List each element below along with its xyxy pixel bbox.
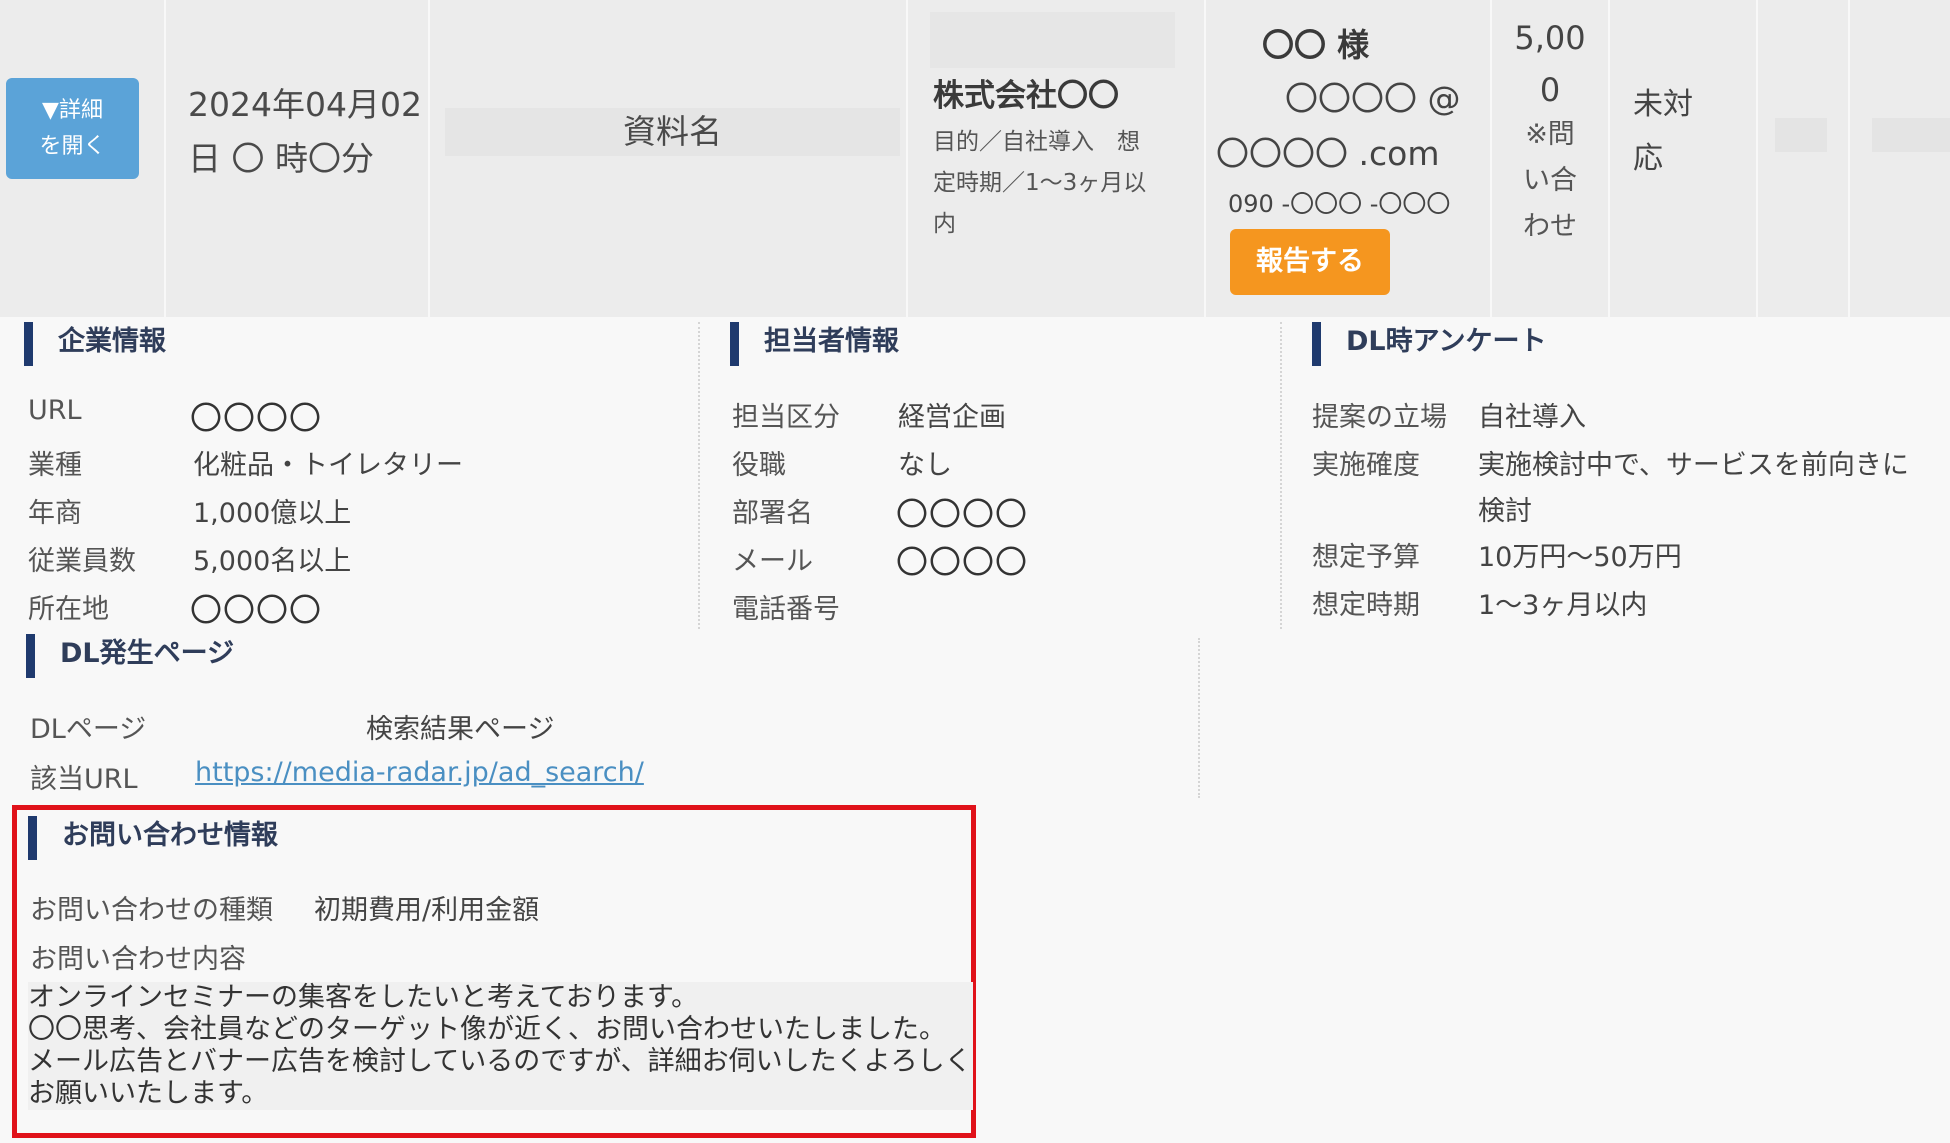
company-employees-value: 5,000名以上 — [193, 546, 352, 577]
person-email-line-1: 〇〇〇〇 @ — [1285, 79, 1461, 118]
amount-line-2: 0 — [1539, 71, 1561, 109]
open-detail-button[interactable]: ▼詳細 を開く — [6, 78, 139, 179]
survey-timing-label: 想定時期 — [1312, 590, 1420, 621]
company-revenue-label: 年商 — [28, 498, 82, 529]
document-name: 資料名 — [445, 108, 900, 156]
section-title-company: 企業情報 — [24, 322, 166, 366]
contact-category-value: 経営企画 — [898, 402, 1006, 433]
divider — [1198, 638, 1200, 798]
status-line-2: 応 — [1633, 141, 1663, 176]
contact-email-label: メール — [732, 546, 813, 577]
inquiry-content-body: オンラインセミナーの集客をしたいと考えております。 〇〇思考、会社員などのターゲ… — [28, 982, 973, 1110]
date-line-1: 2024年04月02 — [188, 85, 422, 124]
person-email-line-2: 〇〇〇〇 .com — [1216, 134, 1440, 173]
inquiry-type-label: お問い合わせの種類 — [30, 895, 273, 926]
person-name: 〇〇 様 — [1262, 26, 1370, 64]
company-placeholder-bar — [930, 12, 1175, 68]
inquiry-content-label: お問い合わせ内容 — [30, 944, 246, 975]
amount-note-1: ※問 — [1525, 119, 1575, 150]
cell-extra-2 — [1850, 0, 1950, 317]
section-title-inquiry: お問い合わせ情報 — [28, 816, 278, 860]
company-employees-label: 従業員数 — [28, 546, 136, 577]
survey-certainty-label: 実施確度 — [1312, 450, 1420, 481]
open-detail-label-2: を開く — [39, 133, 106, 159]
contact-department-value: 〇〇〇〇 — [896, 495, 1029, 533]
company-industry-value: 化粧品・トイレタリー — [193, 450, 463, 481]
company-url-label: URL — [28, 395, 82, 426]
divider — [698, 322, 700, 629]
open-detail-label-1: ▼詳細 — [42, 97, 103, 123]
status: 未対 応 — [1633, 78, 1723, 186]
section-title-dl-page: DL発生ページ — [26, 634, 234, 678]
dl-url-label: 該当URL — [30, 764, 138, 795]
cell-document — [430, 0, 908, 317]
contact-email-value: 〇〇〇〇 — [896, 543, 1029, 581]
contact-position-value: なし — [898, 450, 952, 481]
survey-stance-label: 提案の立場 — [1312, 402, 1447, 433]
company-address-label: 所在地 — [28, 594, 109, 625]
purpose-text: 目的／自社導入 想 定時期／1〜3ヶ月以 内 — [933, 122, 1173, 245]
purpose-line-2: 定時期／1〜3ヶ月以 — [933, 170, 1147, 196]
placeholder-block — [1775, 118, 1827, 152]
dl-page-label: DLページ — [30, 714, 147, 745]
survey-stance-value: 自社導入 — [1478, 402, 1586, 433]
received-date: 2024年04月02 日 〇 時〇分 — [188, 78, 428, 186]
status-line-1: 未対 — [1633, 87, 1693, 122]
purpose-line-1: 目的／自社導入 想 — [933, 129, 1140, 155]
amount-note-3: わせ — [1523, 211, 1577, 242]
survey-budget-value: 10万円〜50万円 — [1478, 542, 1682, 573]
survey-certainty-value: 実施検討中で、サービスを前向きに — [1478, 450, 1909, 481]
survey-certainty-value-cont: 検討 — [1478, 496, 1532, 527]
cell-extra-1 — [1758, 0, 1850, 317]
person-tel: 090 -〇〇〇 -〇〇〇 — [1228, 190, 1451, 218]
contact-category-label: 担当区分 — [732, 402, 840, 433]
survey-budget-label: 想定予算 — [1312, 542, 1420, 573]
contact-position-label: 役職 — [732, 450, 786, 481]
report-button[interactable]: 報告する — [1230, 229, 1390, 295]
divider — [1280, 322, 1282, 629]
dl-url-link[interactable]: https://media-radar.jp/ad_search/ — [195, 757, 644, 788]
placeholder-block — [1872, 118, 1950, 152]
company-industry-label: 業種 — [28, 450, 82, 481]
company-address-value: 〇〇〇〇 — [190, 591, 323, 629]
amount-note-2: い合 — [1523, 165, 1577, 196]
section-title-contact: 担当者情報 — [730, 322, 899, 366]
company-name: 株式会社〇〇 — [933, 78, 1119, 114]
purpose-line-3: 内 — [933, 211, 956, 237]
company-revenue-value: 1,000億以上 — [193, 498, 352, 529]
contact-department-label: 部署名 — [732, 498, 813, 529]
company-url-value: 〇〇〇〇 — [190, 399, 323, 437]
inquiry-type-value: 初期費用/利用金額 — [314, 895, 540, 926]
date-line-2: 日 〇 時〇分 — [188, 139, 374, 178]
amount-note: ※問 い合 わせ — [1495, 112, 1605, 250]
contact-phone-label: 電話番号 — [732, 594, 840, 625]
amount-line-1: 5,00 — [1514, 19, 1586, 57]
dl-page-value: 検索結果ページ — [366, 714, 555, 745]
amount: 5,00 0 — [1495, 12, 1605, 116]
survey-timing-value: 1〜3ヶ月以内 — [1478, 590, 1648, 621]
section-title-survey: DL時アンケート — [1312, 322, 1547, 366]
